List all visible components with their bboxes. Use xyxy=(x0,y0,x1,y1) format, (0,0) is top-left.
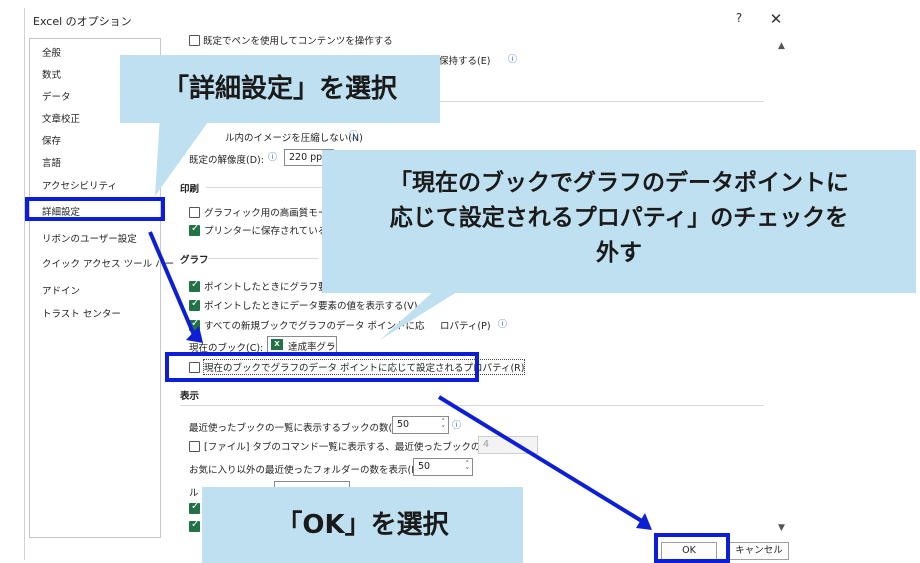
callout-uncheck-line2: 応じて設定されるプロパティ」のチェックを xyxy=(389,205,849,231)
current-book-props-highlight xyxy=(165,352,479,382)
arrow-head-ok xyxy=(636,513,652,530)
callout-ok: 「OK」を選択 xyxy=(202,487,523,563)
callout-pointer-detail xyxy=(155,115,213,196)
callout-uncheck-line1: 「現在のブックでグラフのデータポイントに xyxy=(389,170,849,196)
callout-detail: 「詳細設定」を選択 xyxy=(120,55,440,123)
callout-uncheck-line3: 外す xyxy=(596,240,642,266)
callout-uncheck: 「現在のブックでグラフのデータポイントに 応じて設定されるプロパティ」のチェック… xyxy=(322,150,916,293)
arrow-to-checkbox xyxy=(148,231,196,336)
callout-pointer-uncheck xyxy=(380,290,460,340)
ok-highlight xyxy=(654,533,730,563)
arrow-head-checkbox xyxy=(186,326,203,343)
